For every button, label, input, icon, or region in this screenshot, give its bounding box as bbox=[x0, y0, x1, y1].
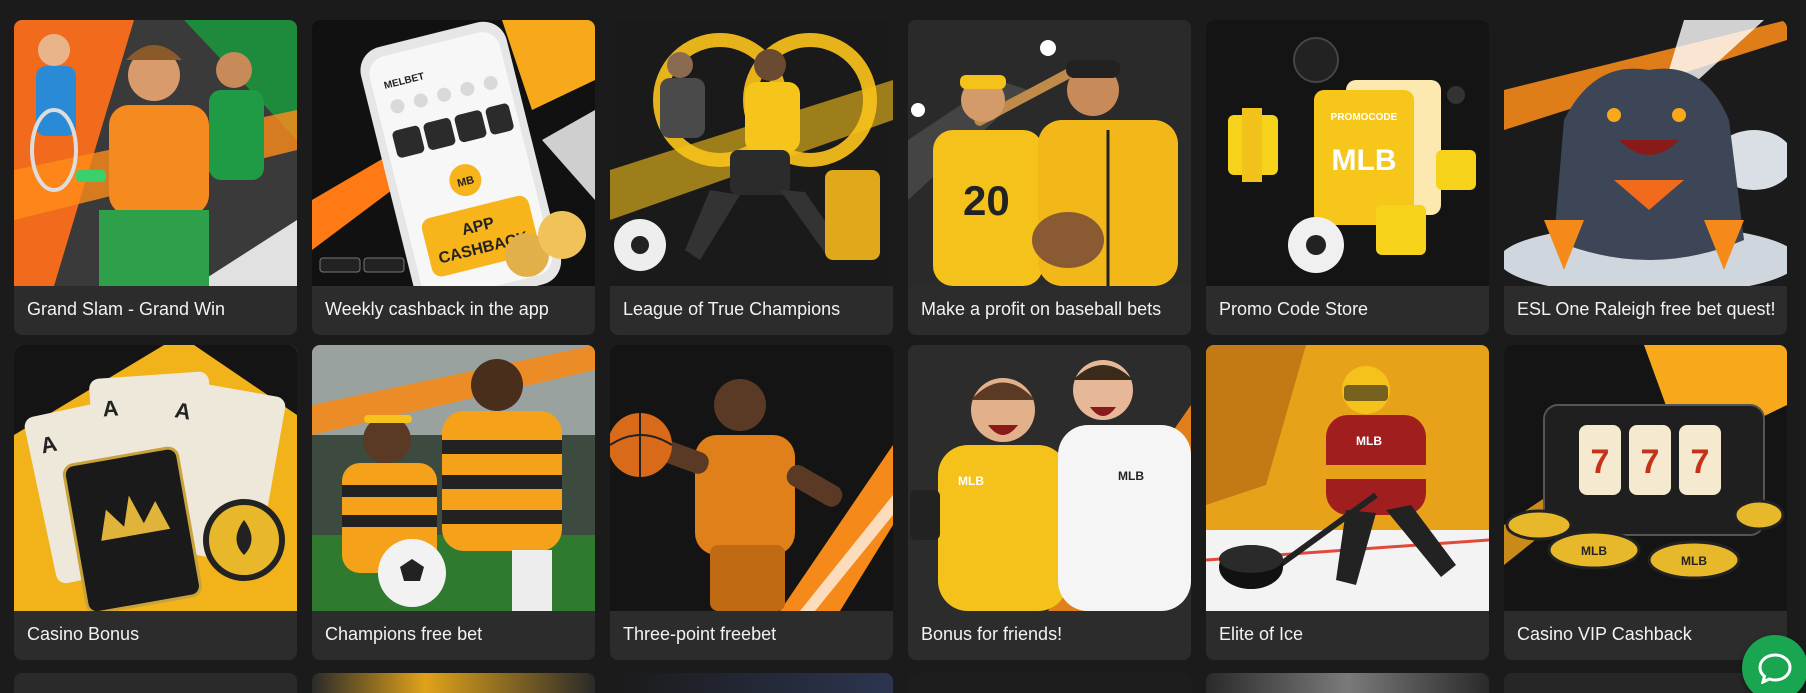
promo-title[interactable]: Bonus for friends! bbox=[908, 611, 1191, 660]
slot-machine-art: 7 7 7 MLB MLB bbox=[1504, 345, 1787, 611]
promo-card[interactable]: A A A Casino Bonus bbox=[14, 345, 297, 660]
promo-title[interactable]: Weekly cashback in the app bbox=[312, 286, 595, 335]
promo-card[interactable]: 20 Make a profit on baseball bets bbox=[908, 20, 1191, 335]
promo-title[interactable]: Three-point freebet bbox=[610, 611, 893, 660]
baseball-players-art: 20 bbox=[908, 20, 1191, 286]
chat-button[interactable] bbox=[1742, 635, 1806, 693]
promo-card[interactable]: MELBET MB APP CASHBACK Weekly cashback i… bbox=[312, 20, 595, 335]
promo-title[interactable]: Champions free bet bbox=[312, 611, 595, 660]
promo-title[interactable]: ESL One Raleigh free bet quest! bbox=[1504, 286, 1787, 335]
promo-card[interactable]: PROMOCODE MLB Promo Code Store bbox=[1206, 20, 1489, 335]
svg-text:MLB: MLB bbox=[1118, 469, 1144, 483]
promo-card[interactable]: Grand Slam - Grand Win bbox=[14, 20, 297, 335]
football-players-art bbox=[610, 20, 893, 286]
promo-card[interactable]: League of True Champions bbox=[610, 20, 893, 335]
playing-cards-art: A A A bbox=[14, 345, 297, 611]
promo-card-partial[interactable] bbox=[908, 673, 1191, 693]
svg-text:MLB: MLB bbox=[958, 474, 984, 488]
chat-bubble-icon bbox=[1758, 653, 1792, 684]
promo-title[interactable]: Elite of Ice bbox=[1206, 611, 1489, 660]
svg-text:MLB: MLB bbox=[1581, 544, 1607, 558]
promo-title[interactable]: Promo Code Store bbox=[1206, 286, 1489, 335]
promo-card-partial[interactable] bbox=[312, 673, 595, 693]
promo-ticket-art: PROMOCODE MLB bbox=[1206, 20, 1489, 286]
svg-text:7: 7 bbox=[1691, 443, 1710, 481]
promo-title[interactable]: Casino Bonus bbox=[14, 611, 297, 660]
monster-art bbox=[1504, 20, 1787, 286]
promo-title[interactable]: Make a profit on baseball bets bbox=[908, 286, 1191, 335]
svg-text:MLB: MLB bbox=[1332, 144, 1397, 177]
svg-text:7: 7 bbox=[1641, 443, 1660, 481]
promo-card-partial[interactable] bbox=[1206, 673, 1489, 693]
tennis-players-art bbox=[14, 20, 297, 286]
promo-card[interactable]: MLB Elite of Ice bbox=[1206, 345, 1489, 660]
promo-card[interactable]: MLB MLB Bonus for friends! bbox=[908, 345, 1191, 660]
phone-app-art: MELBET MB APP CASHBACK bbox=[312, 20, 595, 286]
basketball-player-art bbox=[610, 345, 893, 611]
friends-art: MLB MLB bbox=[908, 345, 1191, 611]
promotions-page: Grand Slam - Grand Win MELBET MB APP CAS… bbox=[0, 0, 1806, 693]
promo-card-partial[interactable] bbox=[14, 673, 297, 693]
promotions-grid: Grand Slam - Grand Win MELBET MB APP CAS… bbox=[14, 20, 1787, 660]
svg-text:PROMOCODE: PROMOCODE bbox=[1331, 112, 1398, 123]
hockey-player-art: MLB bbox=[1206, 345, 1489, 611]
promo-card-partial[interactable] bbox=[610, 673, 893, 693]
soccer-players-art bbox=[312, 345, 595, 611]
svg-text:7: 7 bbox=[1591, 443, 1610, 481]
svg-text:20: 20 bbox=[963, 177, 1010, 224]
promo-card[interactable]: Champions free bet bbox=[312, 345, 595, 660]
svg-text:MLB: MLB bbox=[1356, 434, 1382, 448]
promo-card[interactable]: Three-point freebet bbox=[610, 345, 893, 660]
svg-text:MLB: MLB bbox=[1681, 554, 1707, 568]
promo-card[interactable]: 7 7 7 MLB MLB Casino VIP Cashback bbox=[1504, 345, 1787, 660]
svg-text:A: A bbox=[102, 395, 120, 421]
promo-card[interactable]: ESL One Raleigh free bet quest! bbox=[1504, 20, 1787, 335]
promo-title[interactable]: Grand Slam - Grand Win bbox=[14, 286, 297, 335]
promo-title[interactable]: League of True Champions bbox=[610, 286, 893, 335]
